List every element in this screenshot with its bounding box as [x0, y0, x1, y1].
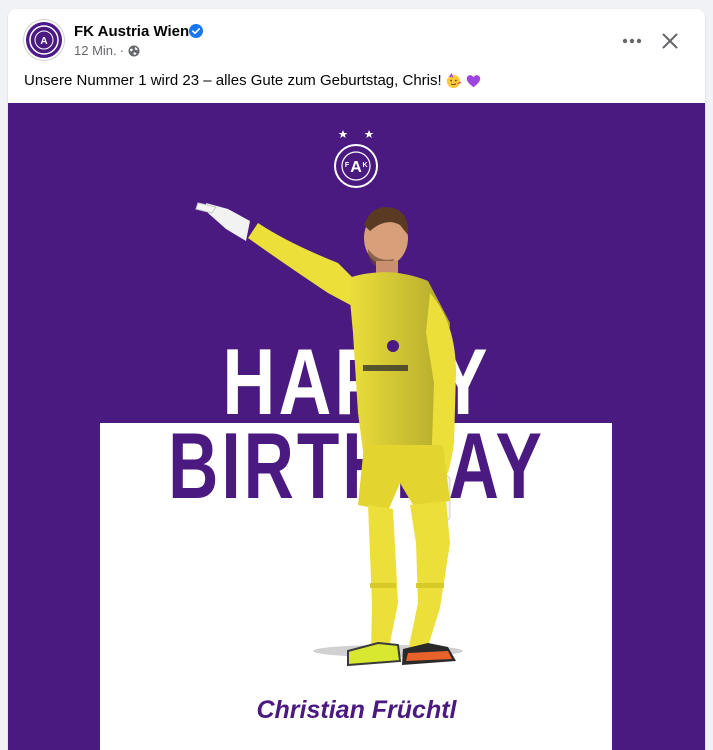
more-options-icon: [622, 38, 642, 44]
svg-text:A: A: [350, 159, 362, 176]
club-logo-icon: A: [29, 25, 59, 55]
party-face-emoji: [446, 72, 461, 89]
page-name[interactable]: FK Austria Wien: [74, 23, 189, 40]
post-meta: 12 Min. ·: [74, 43, 140, 58]
goalkeeper-figure: [195, 202, 463, 667]
close-icon: [662, 33, 678, 49]
globe-icon: [128, 45, 140, 56]
close-button[interactable]: [652, 23, 688, 59]
post-image[interactable]: A F K HAPPY BIRTHDAY: [8, 103, 705, 750]
verified-badge-icon: [189, 24, 203, 38]
post-card: A FK Austria Wien 12 Min. · Unsere Numme…: [8, 9, 705, 750]
post-message: Unsere Nummer 1 wird 23 – alles Gute zum…: [24, 72, 442, 89]
svg-text:F: F: [345, 162, 350, 169]
svg-text:A: A: [40, 36, 47, 47]
post-text: Unsere Nummer 1 wird 23 – alles Gute zum…: [24, 72, 482, 89]
post-time[interactable]: 12 Min.: [74, 43, 117, 58]
more-options-button[interactable]: [614, 23, 650, 59]
page-avatar[interactable]: A: [24, 20, 64, 60]
svg-text:K: K: [362, 162, 367, 169]
player-name: Christian Früchtl: [256, 696, 457, 724]
club-crest-icon: A F K: [334, 130, 378, 188]
meta-separator: ·: [119, 43, 124, 58]
post-header: A FK Austria Wien 12 Min. ·: [8, 9, 705, 69]
purple-heart-emoji: [466, 75, 480, 88]
